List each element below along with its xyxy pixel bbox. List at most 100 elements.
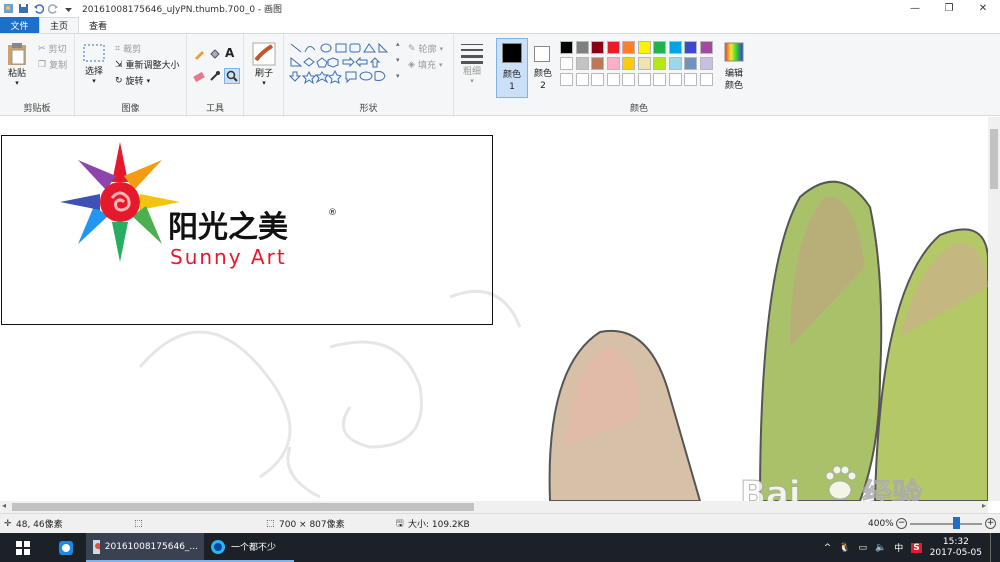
eraser-tool[interactable] (193, 70, 205, 82)
canvas-area[interactable]: 阳光之美 ® Sunny Art Bai 经验 (0, 117, 988, 501)
clock[interactable]: 15:32 2017-05-05 (930, 537, 982, 559)
color-swatch[interactable] (591, 57, 604, 70)
shapes-expand[interactable]: ▾ (396, 72, 400, 80)
color-swatch[interactable] (575, 57, 589, 70)
image-group: 选择 ▾ ⌗ 裁剪 ⇲ 重新调整大小 ↻ 旋转 ▾ 图像 (75, 34, 187, 117)
paste-button[interactable]: 粘贴 ▾ (6, 42, 28, 87)
color-swatch[interactable] (606, 73, 620, 86)
pencil-tool[interactable] (193, 48, 205, 60)
zoom-slider-thumb[interactable] (953, 517, 960, 529)
sogou-ime-icon[interactable]: S (911, 542, 922, 553)
tab-home[interactable]: 主页 (39, 17, 80, 33)
taskbar-pinned-app[interactable] (46, 533, 86, 562)
restore-button[interactable]: ❐ (932, 0, 966, 17)
color-swatch[interactable] (560, 73, 573, 86)
shapes-group: ▴ ▾ ▾ ✎ 轮廓 ▾ ◈ 填充 ▾ 形状 (284, 34, 454, 117)
zoom-out-icon[interactable]: − (896, 518, 907, 529)
watermark-brand-text: Bai (740, 474, 801, 501)
customize-toolbar-icon[interactable] (63, 3, 74, 14)
fill-button[interactable]: ◈ 填充 ▾ (408, 58, 443, 72)
horizontal-scroll-thumb[interactable] (12, 503, 474, 511)
shapes-scroll-up[interactable]: ▴ (396, 40, 400, 48)
size-button[interactable]: 粗细 ▾ (460, 42, 484, 85)
shapes-gallery[interactable] (289, 42, 397, 86)
copy-button[interactable]: ❐ 复制 (38, 58, 67, 72)
color-swatch[interactable] (653, 73, 666, 86)
color-swatch[interactable] (606, 57, 620, 70)
color2-button[interactable]: 颜色 2 (530, 38, 556, 98)
color-swatch[interactable] (668, 57, 682, 70)
color-swatch[interactable] (622, 73, 635, 86)
color-swatch[interactable] (591, 73, 604, 86)
color1-button[interactable]: 颜色 1 (496, 38, 528, 98)
shapes-scroll-down[interactable]: ▾ (396, 56, 400, 64)
text-tool[interactable]: A (225, 46, 234, 60)
color-swatch[interactable] (668, 73, 682, 86)
color-swatch[interactable] (637, 41, 651, 54)
horizontal-scrollbar[interactable]: ◂ ▸ (0, 501, 988, 513)
brushes-dropdown-arrow[interactable]: ▾ (262, 79, 266, 87)
color-swatch[interactable] (684, 57, 697, 70)
color-swatch[interactable] (699, 57, 713, 70)
show-hidden-icons-icon[interactable]: ^ (824, 543, 832, 553)
zoom-in-icon[interactable]: + (985, 518, 996, 529)
crop-button[interactable]: ⌗ 裁剪 (115, 42, 141, 56)
color-swatch[interactable] (668, 41, 682, 54)
color-swatch[interactable] (637, 73, 651, 86)
color-swatch[interactable] (653, 41, 666, 54)
zoom-slider-track[interactable] (910, 523, 982, 525)
color-swatch[interactable] (684, 73, 697, 86)
color-swatch[interactable] (622, 41, 635, 54)
redo-icon[interactable] (47, 3, 59, 14)
outline-button[interactable]: ✎ 轮廓 ▾ (408, 42, 443, 56)
magnifier-tool[interactable] (224, 68, 240, 84)
color-swatch[interactable] (606, 41, 620, 54)
color-swatch[interactable] (637, 57, 651, 70)
color-picker-tool[interactable] (209, 70, 221, 82)
ime-indicator[interactable]: 中 (894, 541, 903, 554)
show-desktop-button[interactable] (990, 533, 996, 562)
close-button[interactable]: ✕ (966, 0, 1000, 17)
brushes-button[interactable]: 刷子 ▾ (252, 42, 276, 87)
color-swatch[interactable] (560, 41, 573, 54)
edit-colors-button[interactable]: 编辑颜色 (720, 40, 748, 102)
image-canvas[interactable]: 阳光之美 ® Sunny Art Bai 经验 (0, 117, 988, 501)
vertical-scrollbar[interactable] (988, 117, 1000, 501)
color-swatch[interactable] (622, 57, 635, 70)
taskbar-paint[interactable]: 20161008175646_... (86, 533, 204, 562)
brushes-group: 刷子 ▾ (244, 34, 284, 117)
select-button[interactable]: 选择 ▾ (83, 44, 105, 85)
color-swatch[interactable] (699, 41, 713, 54)
tab-view[interactable]: 查看 (79, 17, 117, 33)
network-icon[interactable]: ▭ (858, 543, 867, 553)
fill-dropdown-arrow: ▾ (438, 60, 443, 69)
undo-icon[interactable] (33, 3, 45, 14)
resize-button[interactable]: ⇲ 重新调整大小 (115, 58, 180, 72)
taskbar-other[interactable]: 一个都不少 (204, 533, 294, 562)
color-swatch[interactable] (684, 41, 697, 54)
tab-file[interactable]: 文件 (0, 17, 39, 33)
color-swatch[interactable] (591, 41, 604, 54)
scroll-right-arrow[interactable]: ▸ (982, 501, 986, 510)
color-swatch[interactable] (653, 57, 666, 70)
scroll-left-arrow[interactable]: ◂ (2, 501, 6, 510)
start-button[interactable] (0, 533, 46, 562)
color-swatch[interactable] (575, 41, 589, 54)
select-dropdown-arrow[interactable]: ▾ (92, 77, 96, 85)
color-swatch[interactable] (575, 73, 589, 86)
qq-tray-icon[interactable]: 🐧 (839, 543, 850, 553)
minimize-button[interactable]: — (898, 0, 932, 17)
color-swatch[interactable] (699, 73, 713, 86)
save-icon[interactable] (18, 3, 29, 14)
ribbon: 粘贴 ▾ ✂ 剪切 ❐ 复制 剪贴板 选择 ▾ ⌗ 裁剪 ⇲ 重新调整大小 ↻ 旋转 ▾ 图… (0, 33, 1000, 117)
rotate-button[interactable]: ↻ 旋转 ▾ (115, 74, 151, 88)
cut-label: 剪切 (48, 45, 67, 55)
rotate-dropdown-arrow[interactable]: ▾ (147, 77, 151, 85)
color-swatch[interactable] (560, 57, 573, 70)
paste-dropdown-arrow[interactable]: ▾ (15, 79, 19, 87)
fill-tool[interactable] (209, 48, 221, 60)
cut-button[interactable]: ✂ 剪切 (38, 42, 67, 56)
vertical-scroll-thumb[interactable] (990, 129, 998, 189)
volume-icon[interactable]: 🔈 (875, 543, 886, 553)
paint-app-icon[interactable] (3, 3, 14, 14)
